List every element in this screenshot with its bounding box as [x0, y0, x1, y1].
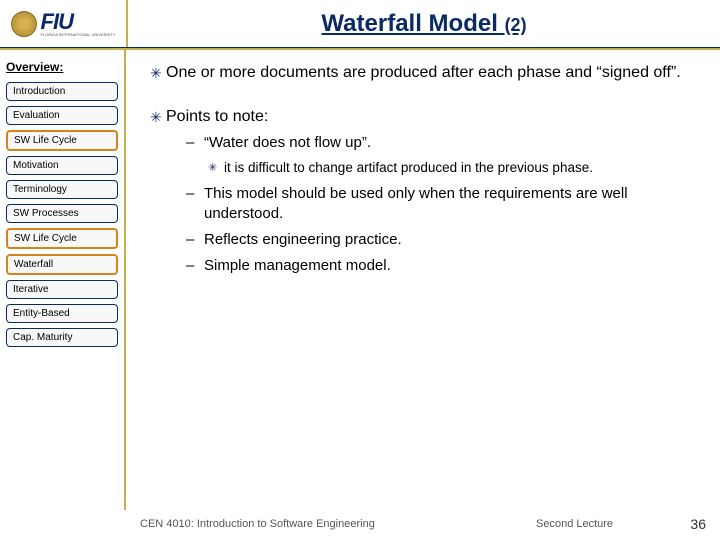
sub-bullet: –This model should be used only when the…: [186, 184, 702, 225]
sidebar-heading: Overview:: [6, 60, 118, 74]
bullet: ✳One or more documents are produced afte…: [150, 62, 702, 84]
logo-text: FIU: [41, 11, 116, 33]
asterisk-icon: ✳: [150, 62, 166, 84]
asterisk-icon: ✳: [208, 159, 224, 177]
logo: FIU FLORIDA INTERNATIONAL UNIVERSITY: [0, 0, 126, 47]
sidebar-item[interactable]: Entity-Based: [6, 304, 118, 323]
dash-icon: –: [186, 256, 204, 276]
sub-bullet: –Simple management model.: [186, 256, 702, 276]
sidebar: Overview: Introduction Evaluation SW Life …: [0, 50, 126, 510]
sidebar-item[interactable]: SW Life Cycle: [6, 130, 118, 151]
sidebar-item[interactable]: Terminology: [6, 180, 118, 199]
bullet-text: Points to note:–“Water does not flow up”…: [166, 106, 702, 283]
dash-icon: –: [186, 184, 204, 225]
sidebar-item[interactable]: Waterfall: [6, 254, 118, 275]
sidebar-item[interactable]: SW Processes: [6, 204, 118, 223]
sub-bullet: –“Water does not flow up”.: [186, 133, 702, 153]
footer-course: CEN 4010: Introduction to Software Engin…: [140, 518, 536, 530]
footer-lecture: Second Lecture: [536, 518, 676, 530]
footer-page: 36: [676, 516, 706, 532]
sidebar-item[interactable]: Iterative: [6, 280, 118, 299]
sub-sub-bullet: ✳it is difficult to change artifact prod…: [208, 159, 702, 177]
sidebar-item[interactable]: SW Life Cycle: [6, 228, 118, 249]
bullet-text: One or more documents are produced after…: [166, 62, 702, 84]
sidebar-item[interactable]: Cap. Maturity: [6, 328, 118, 347]
footer: CEN 4010: Introduction to Software Engin…: [0, 516, 720, 532]
dash-icon: –: [186, 230, 204, 250]
sidebar-item[interactable]: Evaluation: [6, 106, 118, 125]
bullet: ✳Points to note:–“Water does not flow up…: [150, 106, 702, 283]
dash-icon: –: [186, 133, 204, 153]
logo-subtitle: FLORIDA INTERNATIONAL UNIVERSITY: [41, 33, 116, 37]
sidebar-item[interactable]: Introduction: [6, 82, 118, 101]
sub-bullet: –Reflects engineering practice.: [186, 230, 702, 250]
header: FIU FLORIDA INTERNATIONAL UNIVERSITY Wat…: [0, 0, 720, 48]
seal-icon: [11, 11, 37, 37]
title-area: Waterfall Model (2): [128, 10, 720, 38]
content: ✳One or more documents are produced afte…: [126, 50, 720, 510]
sidebar-item[interactable]: Motivation: [6, 156, 118, 175]
slide-title: Waterfall Model (2): [321, 10, 526, 37]
asterisk-icon: ✳: [150, 106, 166, 283]
